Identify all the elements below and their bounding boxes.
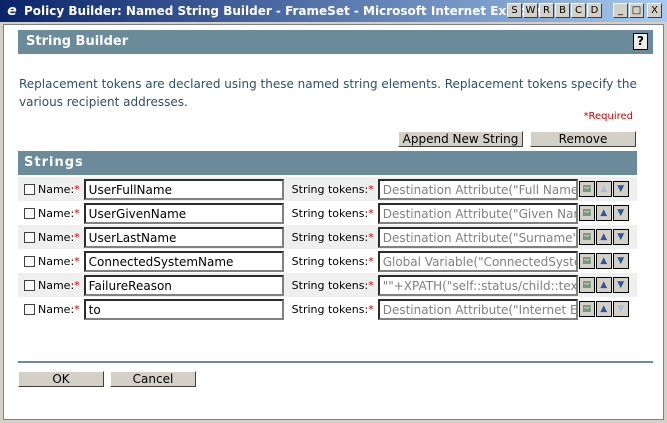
- name-input[interactable]: ConnectedSystemName: [83, 250, 284, 272]
- strings-section-header: Strings: [18, 151, 637, 175]
- tokens-label: String tokens:*: [291, 302, 374, 316]
- move-down-icon[interactable]: ▼: [612, 301, 629, 317]
- move-down-icon[interactable]: ▼: [612, 277, 629, 293]
- tokens-input[interactable]: Global Variable("ConnectedSystemName"): [377, 250, 578, 272]
- name-input[interactable]: UserFullName: [83, 178, 284, 200]
- close-button[interactable]: X: [647, 3, 662, 18]
- minimize-button[interactable]: _: [613, 3, 628, 18]
- row-checkbox[interactable]: [24, 207, 35, 219]
- remove-button[interactable]: Remove: [530, 131, 636, 147]
- append-new-string-button[interactable]: Append New String: [398, 131, 523, 147]
- token-builder-icon[interactable]: ▤: [578, 181, 595, 197]
- string-row: Name:* UserLastName String tokens:* Dest…: [18, 225, 637, 249]
- move-up-icon[interactable]: ▲: [595, 253, 612, 269]
- string-row: Name:* UserGivenName String tokens:* Des…: [18, 201, 637, 225]
- tokens-input[interactable]: ""+XPATH("self::status/child::text()"): [377, 274, 578, 296]
- description: Replacement tokens are declared using th…: [19, 77, 637, 109]
- tool-button-d[interactable]: D: [587, 3, 602, 18]
- tokens-input[interactable]: Destination Attribute("Full Name", ...: [377, 178, 578, 200]
- row-checkbox[interactable]: [24, 231, 35, 243]
- tokens-input[interactable]: Destination Attribute("Surname", ...: [377, 226, 578, 248]
- tool-button-c[interactable]: C: [571, 3, 586, 18]
- token-builder-icon[interactable]: ▤: [578, 205, 595, 221]
- string-row: Name:* to String tokens:* Destination At…: [18, 297, 637, 321]
- row-checkbox[interactable]: [24, 279, 35, 291]
- string-row: Name:* UserFullName String tokens:* Dest…: [18, 177, 637, 201]
- move-up-icon[interactable]: ▲: [595, 301, 612, 317]
- tokens-label: String tokens:*: [291, 182, 374, 196]
- page-header: String Builder ?: [18, 30, 653, 54]
- tokens-label: String tokens:*: [291, 278, 374, 292]
- token-builder-icon[interactable]: ▤: [578, 229, 595, 245]
- tool-button-w[interactable]: W: [523, 3, 538, 18]
- tool-button-r[interactable]: R: [539, 3, 554, 18]
- name-input[interactable]: UserGivenName: [83, 202, 284, 224]
- string-row: Name:* ConnectedSystemName String tokens…: [18, 249, 637, 273]
- name-label: Name:*: [38, 302, 80, 316]
- token-builder-icon[interactable]: ▤: [578, 253, 595, 269]
- move-down-icon[interactable]: ▼: [612, 229, 629, 245]
- move-down-icon[interactable]: ▼: [612, 253, 629, 269]
- tokens-label: String tokens:*: [291, 254, 374, 268]
- name-label: Name:*: [38, 254, 80, 268]
- tokens-label: String tokens:*: [291, 230, 374, 244]
- move-up-icon[interactable]: ▲: [595, 277, 612, 293]
- move-down-icon[interactable]: ▼: [612, 181, 629, 197]
- move-down-icon[interactable]: ▼: [612, 205, 629, 221]
- name-label: Name:*: [38, 206, 80, 220]
- page-content: String Builder ? Replacement tokens are …: [3, 24, 664, 420]
- move-up-icon[interactable]: ▲: [595, 181, 612, 197]
- help-icon[interactable]: ?: [633, 33, 648, 50]
- move-up-icon[interactable]: ▲: [595, 229, 612, 245]
- cancel-button[interactable]: Cancel: [110, 371, 196, 387]
- tool-button-b[interactable]: B: [555, 3, 570, 18]
- token-builder-icon[interactable]: ▤: [578, 277, 595, 293]
- ie-icon: e: [7, 3, 17, 19]
- name-input[interactable]: to: [83, 298, 284, 320]
- page-title: String Builder: [26, 34, 129, 49]
- tokens-input[interactable]: Destination Attribute("Given Name"...: [377, 202, 578, 224]
- row-checkbox[interactable]: [24, 255, 35, 267]
- name-input[interactable]: UserLastName: [83, 226, 284, 248]
- title-bar: e Policy Builder: Named String Builder -…: [0, 0, 667, 22]
- window-title: Policy Builder: Named String Builder - F…: [24, 4, 548, 18]
- tokens-input[interactable]: Destination Attribute("Internet EMail Ad…: [377, 298, 578, 320]
- tokens-label: String tokens:*: [291, 206, 374, 220]
- name-label: Name:*: [38, 230, 80, 244]
- token-builder-icon[interactable]: ▤: [578, 301, 595, 317]
- ok-button[interactable]: OK: [18, 371, 104, 387]
- row-checkbox[interactable]: [24, 303, 35, 315]
- name-input[interactable]: FailureReason: [83, 274, 284, 296]
- row-checkbox[interactable]: [24, 183, 35, 195]
- move-up-icon[interactable]: ▲: [595, 205, 612, 221]
- required-note: *Required: [583, 111, 633, 122]
- divider: [18, 361, 653, 363]
- name-label: Name:*: [38, 278, 80, 292]
- name-label: Name:*: [38, 182, 80, 196]
- tool-button-s[interactable]: S: [507, 3, 522, 18]
- maximize-button[interactable]: □: [629, 3, 644, 18]
- string-row: Name:* FailureReason String tokens:* ""+…: [18, 273, 637, 297]
